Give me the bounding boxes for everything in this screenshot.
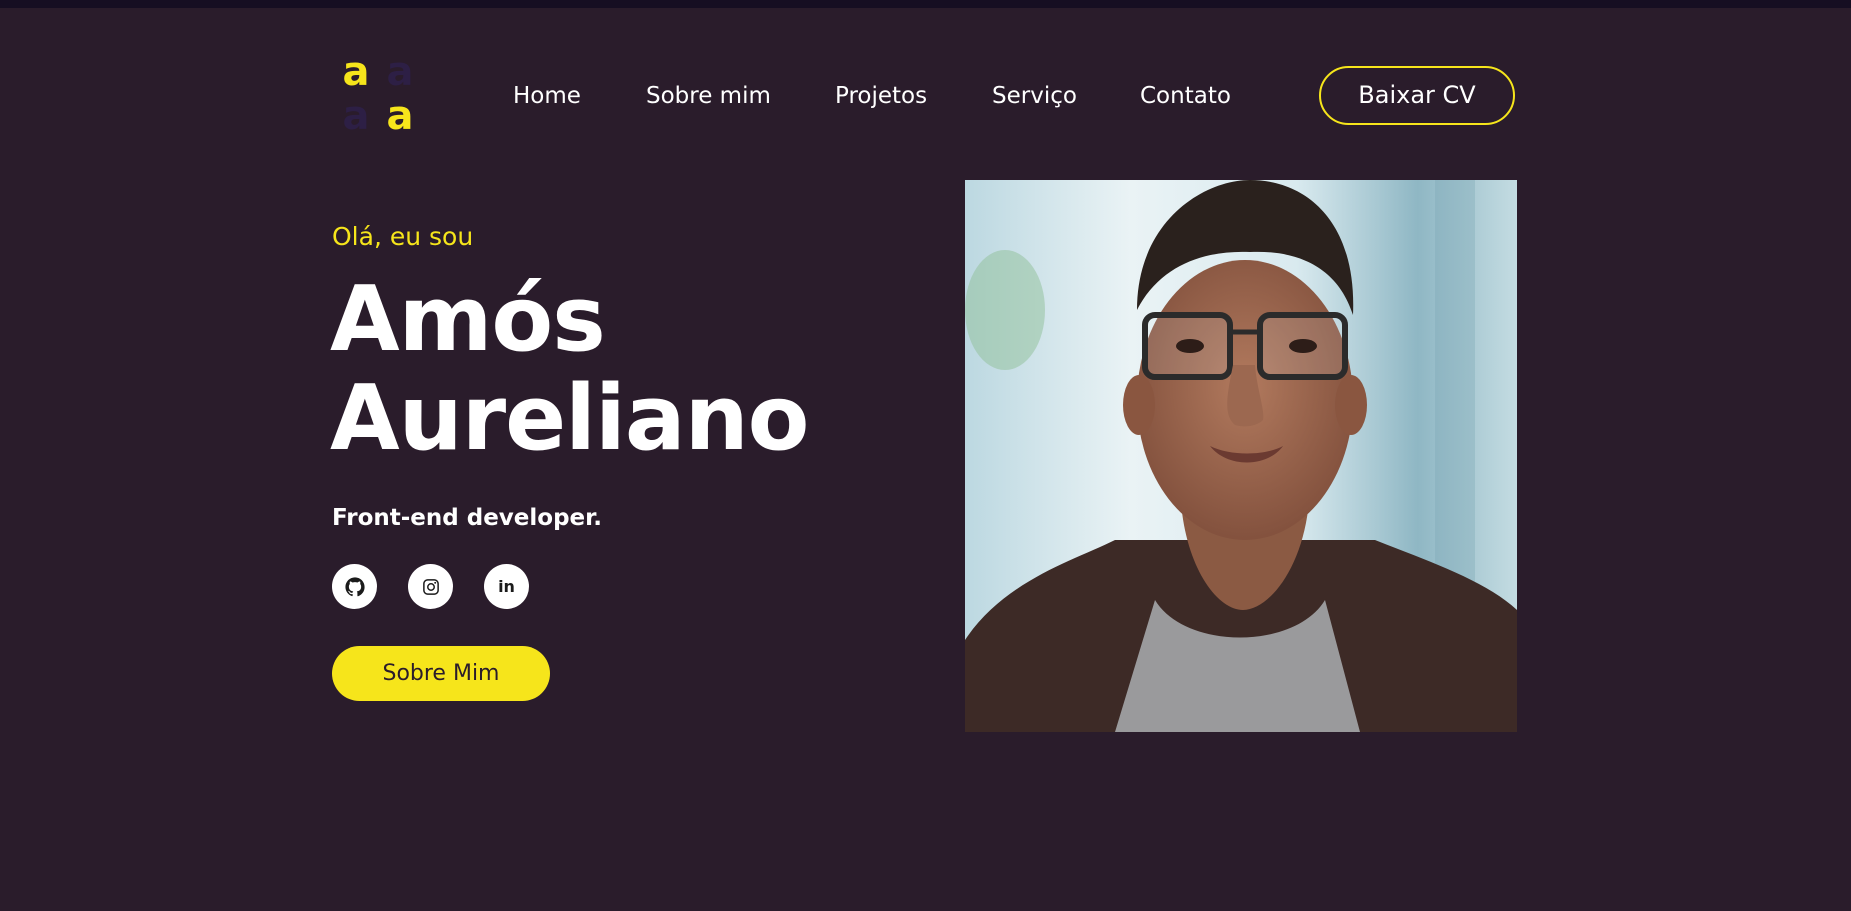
download-cv-button[interactable]: Baixar CV (1319, 66, 1515, 125)
hero-name-first: Amós (330, 267, 606, 372)
github-icon (344, 576, 365, 596)
logo-letter: a (342, 93, 370, 139)
hero-role: Front-end developer. (332, 505, 602, 531)
github-link[interactable] (332, 564, 377, 609)
logo-icon[interactable]: a a a a (332, 50, 420, 138)
profile-photo-illustration (965, 180, 1517, 732)
nav-link-projetos[interactable]: Projetos (835, 76, 927, 116)
logo-letter: a (386, 49, 414, 95)
greeting-text: Olá, eu sou (332, 222, 474, 251)
hero-name-last: Aureliano (330, 366, 809, 471)
instagram-icon (422, 578, 439, 595)
logo-letter: a (386, 93, 414, 139)
about-me-button[interactable]: Sobre Mim (332, 646, 550, 701)
linkedin-icon: in (498, 576, 515, 596)
nav-link-contato[interactable]: Contato (1140, 76, 1231, 116)
nav-link-home[interactable]: Home (513, 76, 581, 116)
linkedin-link[interactable]: in (484, 564, 529, 609)
instagram-link[interactable] (408, 564, 453, 609)
top-strip (0, 0, 1851, 8)
logo-letter: a (342, 49, 370, 95)
nav-link-sobre-mim[interactable]: Sobre mim (646, 76, 771, 116)
nav-link-servico[interactable]: Serviço (992, 76, 1077, 116)
profile-photo (965, 180, 1517, 732)
